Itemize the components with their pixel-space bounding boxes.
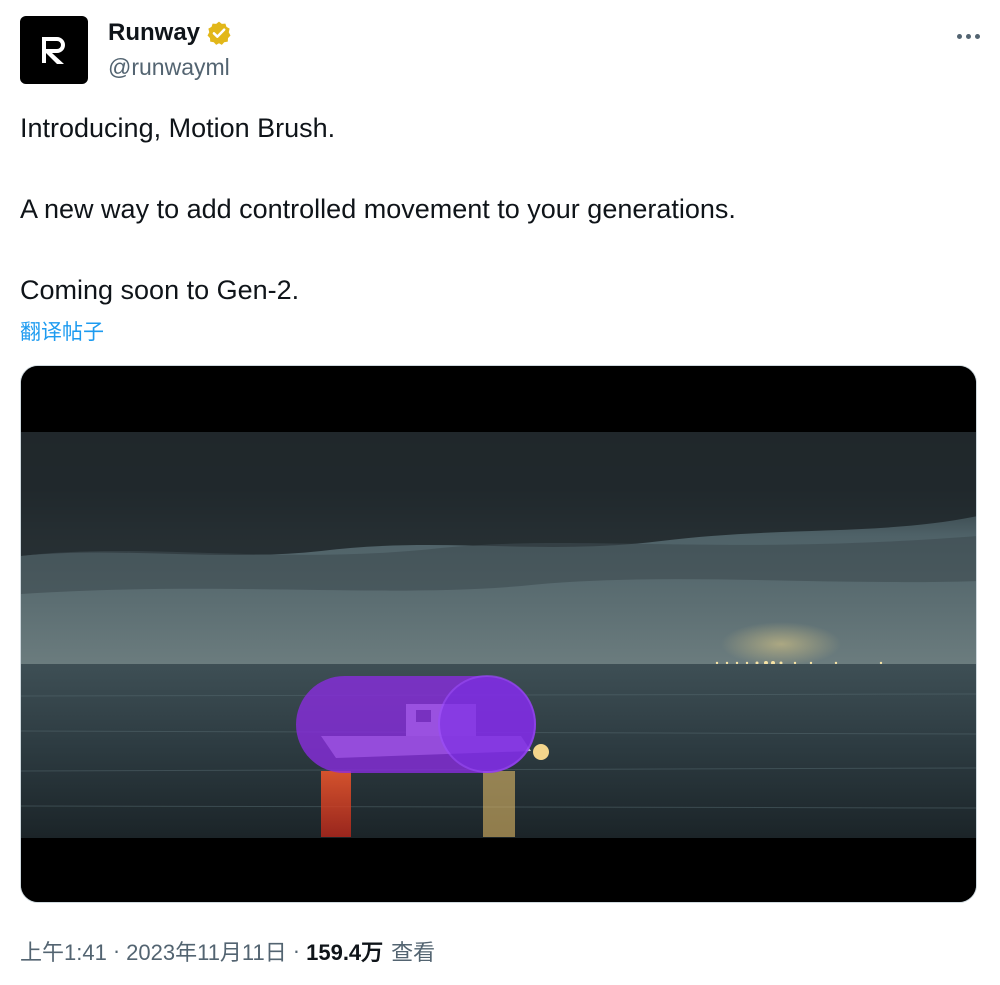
author-info: Runway @runwayml [108, 18, 232, 81]
display-name[interactable]: Runway [108, 19, 200, 47]
tweet-time[interactable]: 上午1:41 [20, 935, 107, 967]
views-label: 查看 [391, 940, 436, 965]
views-count: 159.4万 [306, 940, 384, 965]
tweet-line-2: A new way to add controlled movement to … [20, 194, 736, 224]
tweet-line-1: Introducing, Motion Brush. [20, 113, 336, 143]
runway-logo-icon [42, 37, 65, 64]
translate-post-link[interactable]: 翻译帖子 [20, 316, 104, 346]
handle[interactable]: @runwayml [108, 54, 232, 81]
more-options-icon[interactable] [940, 22, 980, 50]
tweet-text: Introducing, Motion Brush. A new way to … [20, 108, 980, 310]
meta-separator: · [112, 938, 121, 963]
video-player[interactable] [20, 365, 977, 903]
tweet-line-3: Coming soon to Gen-2. [20, 275, 300, 305]
meta-separator: · [292, 938, 301, 963]
tweet-date[interactable]: 2023年11月11日 [126, 935, 287, 967]
avatar[interactable] [20, 16, 88, 84]
verified-badge-icon[interactable] [206, 20, 232, 46]
video-frame [21, 366, 976, 902]
tweet-meta: 上午1:41 · 2023年11月11日 · 159.4万 查看 [20, 935, 435, 967]
tweet-header: Runway @runwayml [20, 16, 980, 84]
